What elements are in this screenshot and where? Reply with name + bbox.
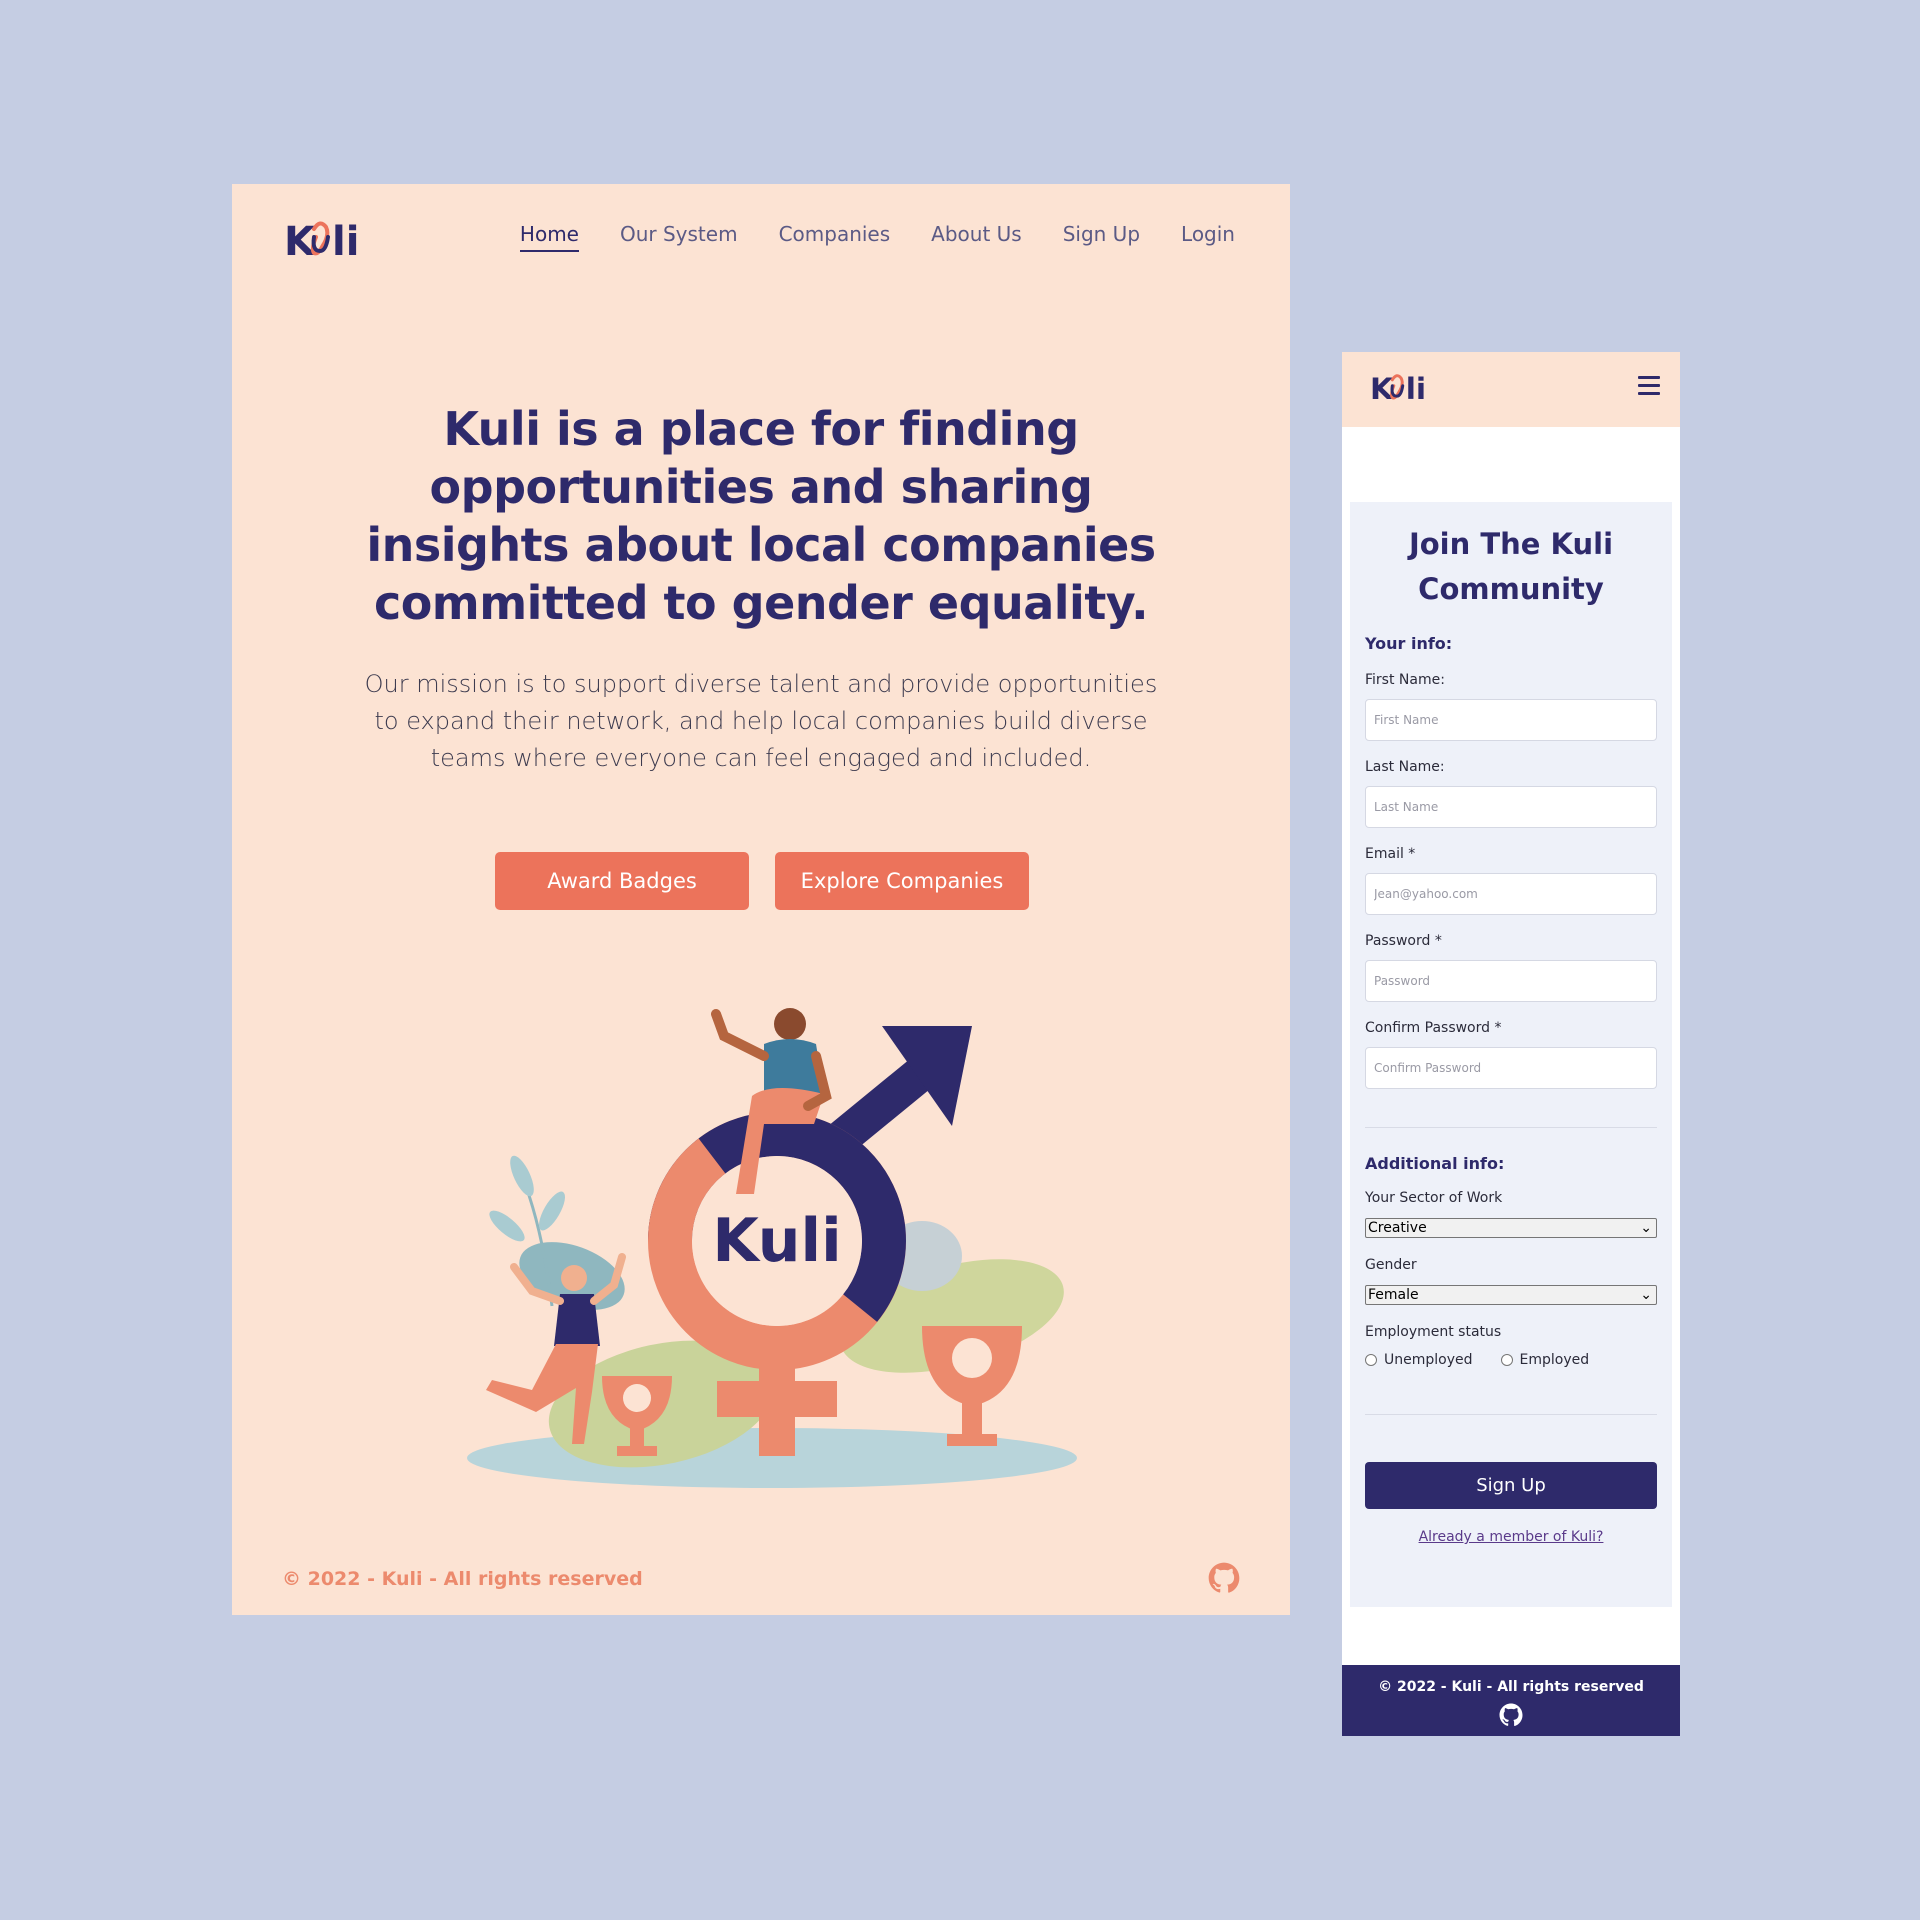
svg-text:li: li [332, 219, 359, 265]
chevron-down-icon: ⌄ [1640, 1287, 1652, 1303]
last-name-field[interactable] [1365, 786, 1657, 828]
github-icon[interactable] [1499, 1703, 1523, 1727]
explore-companies-button[interactable]: Explore Companies [775, 852, 1029, 910]
hero-illustration: Kuli [467, 1008, 1077, 1488]
nav-home[interactable]: Home [519, 222, 579, 252]
signup-form-card: Join The Kuli Community Your info: First… [1350, 502, 1672, 1607]
desktop-mockup: K li Home Our System Companies About Us … [232, 184, 1290, 1615]
desktop-logo[interactable]: K li [284, 210, 362, 270]
kuli-logo-icon: K li [1370, 372, 1426, 407]
password-label: Password * [1365, 933, 1442, 949]
form-title: Join The Kuli Community [1408, 527, 1614, 606]
password-field[interactable] [1365, 960, 1657, 1002]
first-name-field[interactable] [1365, 699, 1657, 741]
kuli-logo-icon: K li [284, 219, 359, 265]
radio-button[interactable] [1365, 1354, 1377, 1366]
nav-sign-up[interactable]: Sign Up [1063, 222, 1140, 252]
mobile-footer: © 2022 - Kuli - All rights reserved [1342, 1665, 1680, 1736]
radio-unemployed[interactable]: Unemployed [1365, 1352, 1473, 1368]
mobile-header: K li [1342, 352, 1680, 427]
sector-label: Your Sector of Work [1365, 1190, 1503, 1206]
desktop-footer-copyright: © 2022 - Kuli - All rights reserved [282, 1568, 643, 1590]
gender-label: Gender [1365, 1257, 1417, 1273]
gender-select-value: Female [1368, 1287, 1419, 1303]
radio-employed[interactable]: Employed [1500, 1352, 1589, 1368]
mobile-mockup: K li Join The Kuli Community Your info: … [1342, 352, 1680, 1736]
email-label: Email * [1365, 846, 1416, 862]
chevron-down-icon: ⌄ [1640, 1220, 1652, 1236]
first-name-label: First Name: [1365, 672, 1445, 688]
svg-text:li: li [1406, 372, 1426, 407]
mobile-footer-copyright: © 2022 - Kuli - All rights reserved [1378, 1679, 1644, 1695]
sector-select-value: Creative [1368, 1220, 1427, 1236]
radio-button[interactable] [1500, 1354, 1513, 1366]
hamburger-menu-icon[interactable] [1638, 376, 1660, 396]
last-name-label: Last Name: [1365, 759, 1445, 775]
nav-our-system[interactable]: Our System [620, 222, 738, 252]
form-divider [1365, 1414, 1657, 1415]
hero-subtitle: Our mission is to support diverse talent… [364, 670, 1158, 772]
employment-radio-group: Unemployed Employed [1365, 1352, 1611, 1368]
gender-select[interactable]: Female ⌄ [1365, 1285, 1657, 1305]
already-member-link[interactable]: Already a member of Kuli? [1365, 1529, 1657, 1545]
nav-companies[interactable]: Companies [779, 222, 891, 252]
nav-login[interactable]: Login [1181, 222, 1235, 252]
email-field[interactable] [1365, 873, 1657, 915]
section-additional-info: Additional info: [1365, 1154, 1505, 1173]
svg-text:K: K [1370, 372, 1394, 407]
mobile-logo[interactable]: K li [1370, 368, 1428, 408]
trophy-icon [922, 1326, 1022, 1446]
nav-about-us[interactable]: About Us [931, 222, 1022, 252]
hero-title: Kuli is a place for finding opportunitie… [366, 402, 1156, 630]
main-nav: Home Our System Companies About Us Sign … [519, 222, 1235, 252]
sign-up-button[interactable]: Sign Up [1365, 1462, 1657, 1509]
hero-buttons: Award Badges Explore Companies [495, 852, 1029, 910]
confirm-password-label: Confirm Password * [1365, 1020, 1502, 1036]
sector-select[interactable]: Creative ⌄ [1365, 1218, 1657, 1238]
employment-label: Employment status [1365, 1324, 1502, 1340]
form-divider [1365, 1127, 1657, 1128]
ring-logo: Kuli [712, 1206, 841, 1276]
confirm-password-field[interactable] [1365, 1047, 1657, 1089]
section-your-info: Your info: [1365, 634, 1453, 653]
award-badges-button[interactable]: Award Badges [495, 852, 749, 910]
github-icon[interactable] [1208, 1562, 1240, 1594]
